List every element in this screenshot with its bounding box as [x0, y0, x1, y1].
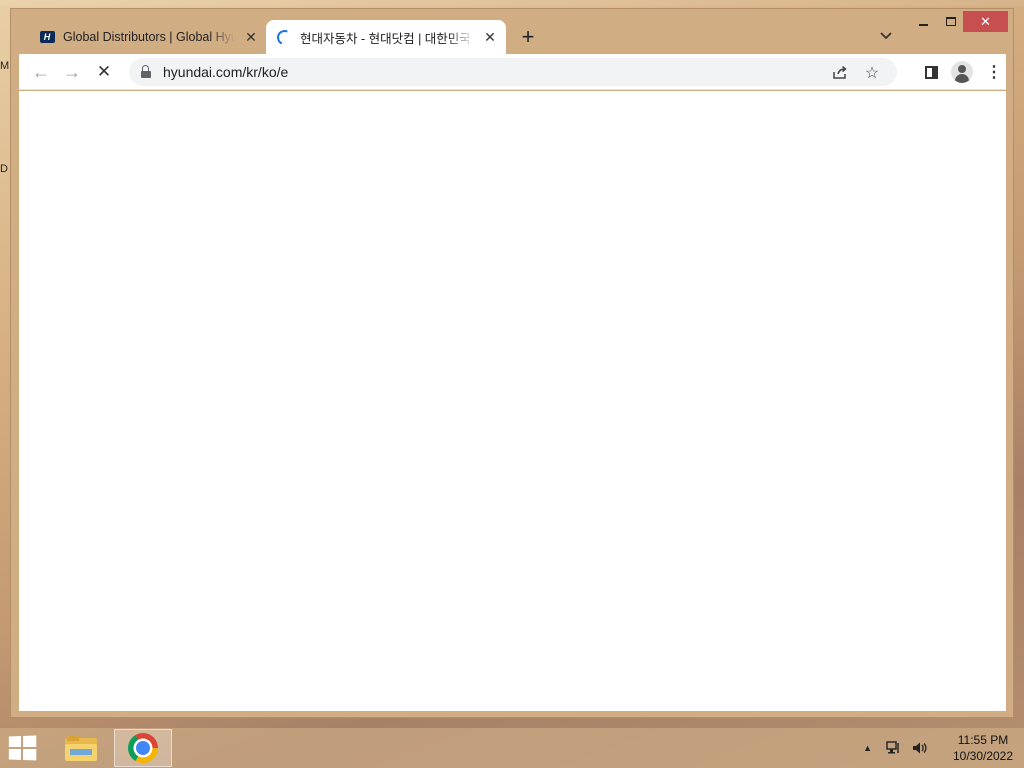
- tab-close-icon[interactable]: ✕: [241, 27, 261, 47]
- file-explorer-taskbar-button[interactable]: [52, 729, 110, 767]
- tab-title: 현대자동차 - 현대닷컴 | 대한민국: [300, 31, 471, 46]
- url-text[interactable]: hyundai.com/kr/ko/e: [163, 64, 288, 80]
- page-content-area[interactable]: [19, 91, 1006, 711]
- stop-loading-icon[interactable]: ✕: [92, 60, 116, 84]
- share-icon[interactable]: [829, 62, 851, 84]
- clock-date: 10/30/2022: [952, 749, 1014, 763]
- maximize-button[interactable]: [939, 11, 963, 32]
- tab-global-distributors[interactable]: H Global Distributors | Global Hyundai ✕: [29, 21, 267, 53]
- taskbar: ▲ 11:55 PM 10/30/2022: [0, 728, 1024, 768]
- address-bar[interactable]: hyundai.com/kr/ko/e ☆: [129, 58, 897, 86]
- new-tab-button[interactable]: +: [516, 24, 540, 49]
- browser-window: H Global Distributors | Global Hyundai ✕…: [10, 8, 1014, 718]
- loading-spinner-icon: [274, 27, 294, 47]
- clock[interactable]: 11:55 PM 10/30/2022: [942, 732, 1024, 764]
- kebab-menu-icon[interactable]: ⋮: [982, 60, 1006, 84]
- desktop-icon-label[interactable]: D: [0, 163, 8, 175]
- side-panel-icon: [924, 65, 938, 79]
- chrome-taskbar-button[interactable]: [114, 729, 172, 767]
- desktop-plank: [0, 0, 1024, 6]
- speaker-icon[interactable]: [910, 738, 930, 758]
- system-tray: ▲ 11:55 PM 10/30/2022: [863, 728, 1024, 768]
- folder-icon: [65, 735, 97, 761]
- minimize-button[interactable]: [911, 11, 935, 32]
- lock-icon[interactable]: [139, 65, 153, 79]
- chevron-down-icon[interactable]: [875, 25, 897, 47]
- clock-time: 11:55 PM: [957, 733, 1009, 747]
- desktop-icon-label[interactable]: M: [0, 60, 9, 72]
- side-panel-button[interactable]: [919, 60, 943, 84]
- profile-button[interactable]: [950, 60, 974, 84]
- bookmark-star-icon[interactable]: ☆: [861, 62, 883, 84]
- tab-title: Global Distributors | Global Hyundai: [63, 30, 235, 44]
- back-arrow-icon[interactable]: ←: [29, 60, 53, 84]
- tab-hyundai-korea[interactable]: 현대자동차 - 현대닷컴 | 대한민국 ✕: [266, 20, 506, 54]
- forward-arrow-icon[interactable]: →: [60, 60, 84, 84]
- maximize-icon: [946, 17, 956, 26]
- tab-close-icon[interactable]: ✕: [480, 27, 500, 47]
- avatar-icon: [951, 61, 973, 83]
- chrome-icon: [128, 733, 158, 763]
- network-icon[interactable]: [884, 738, 904, 758]
- browser-toolbar: ← → ✕ hyundai.com/kr/ko/e ☆ ⋮: [19, 54, 1006, 90]
- tab-strip: H Global Distributors | Global Hyundai ✕…: [11, 9, 1013, 55]
- close-window-button[interactable]: ✕: [963, 11, 1008, 32]
- show-hidden-icons-icon[interactable]: ▲: [863, 743, 872, 753]
- windows-start-icon[interactable]: [8, 735, 39, 762]
- minimize-icon: [918, 23, 928, 26]
- hyundai-logo-icon: H: [39, 29, 55, 45]
